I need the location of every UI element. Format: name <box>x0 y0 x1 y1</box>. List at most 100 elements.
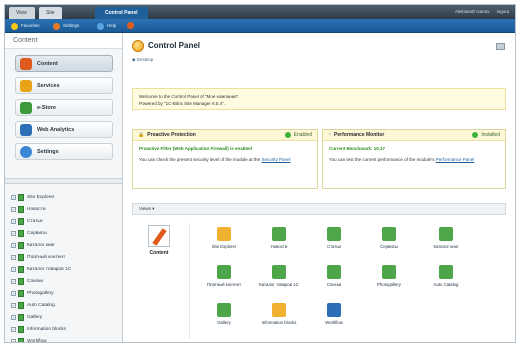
tree-item[interactable]: + Статьи <box>11 215 43 227</box>
grid-item[interactable]: Auto Catalog <box>422 265 470 288</box>
star-icon <box>11 22 18 30</box>
content-module-tile[interactable]: Content <box>142 225 176 256</box>
grid-item-label: Платный контент <box>206 282 242 287</box>
folder-icon <box>18 253 24 261</box>
tree-item-label: Information blocks <box>27 326 66 332</box>
expand-icon[interactable]: + <box>11 326 16 332</box>
views-dropdown[interactable]: Views ▾ <box>132 203 506 215</box>
grid-item[interactable]: Сервисы <box>365 227 413 250</box>
toolbar: Favorites Settings Help <box>5 19 515 33</box>
grid-item-label: Gallery <box>217 320 231 325</box>
auto-catalog-icon <box>439 265 453 279</box>
grid-item[interactable]: Новости <box>255 227 303 250</box>
tree-item[interactable]: + Auto Catalog <box>11 299 55 311</box>
grid-item[interactable]: Каталог книг <box>422 227 470 250</box>
tree-item[interactable]: + Photogallery <box>11 287 54 299</box>
breadcrumb-label[interactable]: Desktop <box>137 57 154 62</box>
book-catalog-icon <box>439 227 453 241</box>
settings-label: Settings <box>63 23 80 28</box>
grid-item[interactable]: Photogallery <box>365 265 413 288</box>
module-content[interactable]: Content <box>15 55 113 72</box>
grid-item-label: Auto Catalog <box>433 282 459 287</box>
print-icon[interactable] <box>496 43 505 50</box>
tree-item[interactable]: + Списки <box>11 275 43 287</box>
tree-item[interactable]: + Gallery <box>11 311 42 323</box>
expand-icon[interactable]: + <box>11 314 16 320</box>
module-services[interactable]: Services <box>15 77 113 94</box>
grid-item[interactable]: Статьи <box>310 227 358 250</box>
tree-item[interactable]: + Site Explorer <box>11 191 54 203</box>
tab-view[interactable]: View <box>9 7 35 19</box>
expand-icon[interactable]: + <box>11 290 16 296</box>
folder-icon <box>18 325 24 333</box>
favorites-button[interactable]: Favorites <box>11 22 40 30</box>
app-window: View Site Control Panel Aleksandr Ivanov… <box>4 4 516 343</box>
grid-item[interactable]: Каталог товаров 1С <box>255 265 303 288</box>
expand-icon[interactable]: + <box>11 254 16 260</box>
security-panel-link[interactable]: Security Panel <box>261 157 290 162</box>
settings-button[interactable]: Settings <box>53 22 79 30</box>
expand-icon[interactable]: + <box>11 302 16 308</box>
tree-item[interactable]: + Workflow <box>11 335 47 342</box>
folder-icon <box>18 217 24 225</box>
grid-item[interactable]: Платный контент <box>200 265 248 288</box>
lists-icon <box>327 265 341 279</box>
folder-icon <box>18 205 24 213</box>
expand-icon[interactable]: + <box>11 278 16 284</box>
workflow-icon <box>327 303 341 317</box>
tree-item-label: Site Explorer <box>27 194 55 200</box>
grid-item[interactable]: Gallery <box>200 303 248 326</box>
folder-icon <box>18 241 24 249</box>
status-dot-icon <box>472 132 479 138</box>
extra-toolbar-button[interactable] <box>127 22 137 29</box>
status-dot-icon <box>284 132 291 138</box>
folder-icon <box>18 337 24 342</box>
breadcrumb[interactable]: ◆ Desktop <box>132 57 153 63</box>
tree-item[interactable]: + Новости <box>11 203 46 215</box>
expand-icon[interactable]: + <box>11 338 16 342</box>
tree-item[interactable]: + Платный контент <box>11 251 65 263</box>
grid-item[interactable]: Списки <box>310 265 358 288</box>
grid-item[interactable]: Site Explorer <box>200 227 248 250</box>
folder-icon <box>18 301 24 309</box>
monitor-text: You can test the current performance of … <box>329 156 435 162</box>
tree-item-label: Списки <box>27 278 43 284</box>
tree-item[interactable]: + Сервисы <box>11 227 47 239</box>
top-bar: View Site Control Panel Aleksandr Ivanov… <box>5 5 515 19</box>
grid-item-label: Workflow <box>325 320 343 325</box>
user-name-link[interactable]: Aleksandr Ivanov <box>455 9 490 14</box>
module-settings[interactable]: Settings <box>15 143 113 160</box>
analytics-icon <box>20 123 32 136</box>
expand-icon[interactable]: + <box>11 194 16 200</box>
module-web-analytics[interactable]: Web Analytics <box>15 121 113 138</box>
expand-icon[interactable]: + <box>11 230 16 236</box>
tree-item-label: Сервисы <box>27 230 47 236</box>
divider <box>189 223 190 338</box>
logout-link[interactable]: logout <box>497 9 509 14</box>
tree-item-label: Auto Catalog <box>27 302 55 308</box>
expand-icon[interactable]: + <box>11 218 16 224</box>
module-estore[interactable]: e-Store <box>15 99 113 116</box>
tree-item[interactable]: + Information blocks <box>11 323 66 335</box>
tree-item-label: Платный контент <box>27 254 66 260</box>
paid-content-icon <box>217 265 231 279</box>
tree-item[interactable]: + Каталог товаров 1С <box>11 263 71 275</box>
expand-icon[interactable]: + <box>11 206 16 212</box>
news-icon <box>272 227 286 241</box>
iblocks-icon <box>272 303 286 317</box>
tree-item[interactable]: + Каталог книг <box>11 239 55 251</box>
grid-item[interactable]: Information blocks <box>255 303 303 326</box>
sidebar-title: Content <box>5 33 122 49</box>
grid-item-label: Новости <box>270 244 288 249</box>
grid-item[interactable]: Workflow <box>310 303 358 326</box>
protection-text: You can check the present security level… <box>139 156 261 162</box>
help-button[interactable]: Help <box>97 22 116 30</box>
expand-icon[interactable]: + <box>11 266 16 272</box>
lock-icon: 🔒 <box>138 132 145 138</box>
tab-control-panel[interactable]: Control Panel <box>95 7 148 19</box>
performance-panel-link[interactable]: Performance Panel <box>436 157 475 162</box>
welcome-line-2: Powered by "1C-Bitrix Site Manager 6.5.4… <box>139 101 225 106</box>
tab-site[interactable]: Site <box>39 7 62 19</box>
sidebar-resizer[interactable] <box>5 178 122 184</box>
expand-icon[interactable]: + <box>11 242 16 248</box>
